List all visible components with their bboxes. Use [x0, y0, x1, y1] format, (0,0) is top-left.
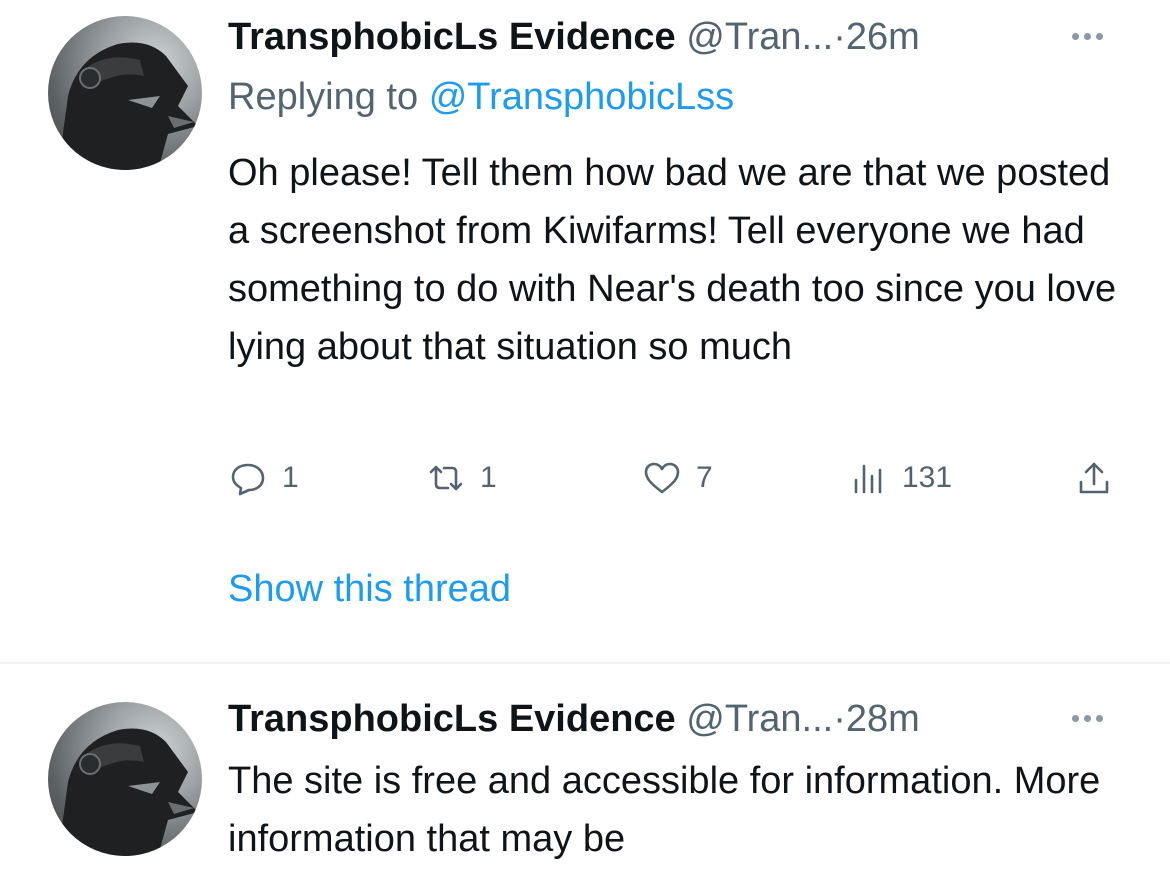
share-button[interactable] [1074, 458, 1114, 498]
separator: · [833, 16, 846, 58]
share-icon [1079, 462, 1109, 494]
avatar[interactable] [48, 702, 202, 856]
user-handle[interactable]: @Tran... [686, 16, 833, 58]
reply-icon [231, 463, 265, 496]
retweet-icon [429, 465, 463, 491]
show-thread-link[interactable]: Show this thread [228, 566, 511, 612]
views-icon [854, 464, 882, 494]
display-name[interactable]: TransphobicLs Evidence [228, 698, 676, 740]
reply-button[interactable]: 1 [228, 458, 299, 498]
user-handle[interactable]: @Tran... [686, 698, 833, 740]
reply-count: 1 [282, 461, 299, 494]
retweet-button[interactable]: 1 [426, 458, 497, 498]
retweet-count: 1 [480, 461, 497, 494]
avatar[interactable] [48, 16, 202, 170]
tweet-header: TransphobicLs Evidence @Tran...·28m [228, 696, 920, 742]
display-name[interactable]: TransphobicLs Evidence [228, 16, 676, 58]
like-count: 7 [696, 461, 713, 494]
tweet[interactable]: TransphobicLs Evidence @Tran...·28m The … [0, 664, 1170, 883]
timestamp[interactable]: 28m [846, 698, 920, 740]
more-icon[interactable] [1072, 715, 1103, 722]
more-icon[interactable] [1072, 33, 1103, 40]
replying-to: Replying to @TransphobicLss [228, 74, 734, 120]
separator: · [833, 698, 846, 740]
avatar-image [58, 728, 198, 856]
views-button[interactable]: 131 [848, 458, 952, 498]
tweet-text: Oh please! Tell them how bad we are that… [228, 152, 1117, 368]
reply-prefix: Replying to [228, 76, 419, 118]
reply-mention[interactable]: @TransphobicLss [429, 76, 734, 118]
like-button[interactable]: 7 [642, 458, 713, 498]
avatar-image [58, 42, 198, 170]
tweet-actions: 1 1 7 131 [228, 458, 1128, 508]
tweet[interactable]: TransphobicLs Evidence @Tran...·26m Repl… [0, 0, 1170, 660]
timestamp[interactable]: 26m [846, 16, 920, 58]
tweet-header: TransphobicLs Evidence @Tran...·26m [228, 14, 920, 60]
view-count: 131 [902, 461, 953, 494]
tweet-text: The site is free and accessible for info… [228, 760, 1101, 860]
heart-icon [644, 462, 680, 494]
